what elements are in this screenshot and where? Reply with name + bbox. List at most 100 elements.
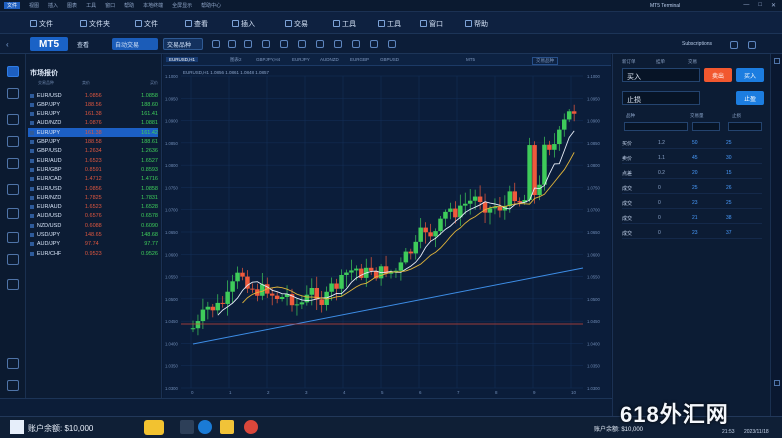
user-icon[interactable] bbox=[748, 41, 756, 49]
market-icon[interactable] bbox=[7, 88, 19, 99]
settings-side-icon[interactable] bbox=[7, 380, 19, 391]
view-button[interactable]: 查看 bbox=[74, 38, 92, 50]
windows-app-icon[interactable] bbox=[180, 420, 194, 434]
top-menu-item[interactable]: 插入 bbox=[48, 2, 58, 9]
order-book-row[interactable]: 成交 0 23 25 bbox=[622, 198, 762, 209]
col-bid[interactable]: 卖价 bbox=[82, 80, 122, 88]
close-button[interactable]: ✕ bbox=[771, 2, 776, 9]
top-menu-item[interactable]: 帮助中心 bbox=[201, 2, 221, 9]
buy-field[interactable]: 买入 bbox=[622, 68, 700, 82]
top-menu-item[interactable]: 本地终端 bbox=[143, 2, 163, 9]
layout-icon[interactable] bbox=[388, 40, 396, 48]
order-tab[interactable]: 挂单 bbox=[656, 59, 665, 65]
start-icon[interactable] bbox=[10, 420, 24, 434]
menu-help[interactable]: 帮助 bbox=[465, 18, 488, 29]
stoploss-input[interactable] bbox=[728, 122, 762, 131]
menu-view[interactable]: 查看 bbox=[185, 18, 208, 29]
market-row[interactable]: EUR/USD 1.0856 1.0858 bbox=[28, 91, 158, 100]
col-symbol[interactable]: 交易品种 bbox=[26, 80, 82, 88]
order-book-row[interactable]: 卖价 1.1 45 30 bbox=[622, 153, 762, 164]
market-row[interactable]: GBP/USD 1.2634 1.2636 bbox=[28, 147, 158, 156]
subscriptions-label[interactable]: Subscriptions bbox=[682, 41, 712, 47]
market-row[interactable]: AUD/NZD 1.0876 1.0881 bbox=[28, 119, 158, 128]
menu-tools2[interactable]: 工具 bbox=[378, 18, 401, 29]
edge-icon[interactable] bbox=[198, 420, 212, 434]
indicator-icon[interactable] bbox=[352, 40, 360, 48]
mail-icon[interactable] bbox=[7, 254, 19, 265]
line-icon[interactable] bbox=[244, 40, 252, 48]
market-row[interactable]: EUR/USD 1.0856 1.0858 bbox=[28, 184, 158, 193]
menu-tools[interactable]: 工具 bbox=[333, 18, 356, 29]
order-tab[interactable]: 交易 bbox=[688, 59, 697, 65]
candlestick-chart[interactable]: 1.1000 1.1000 1.0950 1.0950 1.0900 1.0900 1.08… bbox=[163, 54, 611, 398]
symbol-select[interactable] bbox=[624, 122, 688, 131]
order-book-row[interactable]: 成交 0 23 37 bbox=[622, 228, 762, 239]
chrome-icon[interactable] bbox=[244, 420, 258, 434]
market-row[interactable]: EUR/JPY 161.38 161.42 bbox=[28, 128, 158, 138]
help-side-icon[interactable] bbox=[7, 358, 19, 369]
menu-file2[interactable]: 文件 bbox=[135, 18, 158, 29]
market-row[interactable]: AUD/JPY 97.74 97.77 bbox=[28, 240, 158, 249]
top-menu-item[interactable]: 视图 bbox=[29, 2, 39, 9]
menu-window[interactable]: 窗口 bbox=[420, 18, 443, 29]
market-row[interactable]: EUR/CAD 1.4712 1.4716 bbox=[28, 175, 158, 184]
grid-icon[interactable] bbox=[298, 40, 306, 48]
col-ask[interactable]: 买价 bbox=[122, 80, 158, 88]
menu-file[interactable]: 文件 bbox=[30, 18, 53, 29]
zoom-in-icon[interactable] bbox=[262, 40, 270, 48]
menu-trade[interactable]: 交易 bbox=[285, 18, 308, 29]
settings-icon[interactable] bbox=[730, 41, 738, 49]
top-menu-item[interactable]: 窗口 bbox=[105, 2, 115, 9]
template-icon[interactable] bbox=[334, 40, 342, 48]
history-icon[interactable] bbox=[7, 136, 19, 147]
buy-button[interactable]: 买入 bbox=[736, 68, 764, 82]
maximize-button[interactable]: □ bbox=[758, 2, 762, 9]
right-scrollbar[interactable] bbox=[770, 54, 782, 416]
news-icon[interactable] bbox=[7, 158, 19, 169]
journal-icon[interactable] bbox=[7, 232, 19, 243]
order-book-row[interactable]: 点差 0.2 20 15 bbox=[622, 168, 762, 179]
market-row[interactable]: NZD/USD 0.6088 0.6090 bbox=[28, 221, 158, 230]
auto-trade-button[interactable]: 自动交易 bbox=[112, 38, 158, 50]
order-book-row[interactable]: 买价 1.2 50 25 bbox=[622, 138, 762, 149]
market-row[interactable]: EUR/GBP 0.8591 0.8593 bbox=[28, 165, 158, 174]
menu-folder[interactable]: 文件夹 bbox=[80, 18, 110, 29]
home-icon[interactable] bbox=[7, 66, 19, 77]
symbols-button[interactable]: 交易品种 bbox=[163, 38, 203, 50]
top-menu-item[interactable]: 工具 bbox=[86, 2, 96, 9]
stop-field[interactable]: 止损 bbox=[622, 91, 700, 105]
market-row[interactable]: GBP/JPY 188.58 188.61 bbox=[28, 138, 158, 147]
market-row[interactable]: EUR/AUD 1.6523 1.6528 bbox=[28, 203, 158, 212]
top-menu-item[interactable]: 全屏显示 bbox=[172, 2, 192, 9]
sell-button[interactable]: 卖出 bbox=[704, 68, 732, 82]
objects-icon[interactable] bbox=[370, 40, 378, 48]
collapse-icon[interactable]: ‹ bbox=[6, 40, 9, 49]
zoom-out-icon[interactable] bbox=[280, 40, 288, 48]
market-row[interactable]: EUR/JPY 161.38 161.41 bbox=[28, 110, 158, 119]
scroll-down-icon[interactable] bbox=[774, 380, 780, 386]
order-book-row[interactable]: 成交 0 21 38 bbox=[622, 213, 762, 224]
market-row[interactable]: GBP/JPY 188.56 188.60 bbox=[28, 100, 158, 109]
crosshair-icon[interactable] bbox=[212, 40, 220, 48]
menu-insert[interactable]: 插入 bbox=[232, 18, 255, 29]
period-icon[interactable] bbox=[316, 40, 324, 48]
market-row[interactable]: USD/JPY 148.65 148.68 bbox=[28, 231, 158, 240]
panel-toggle-icon[interactable] bbox=[774, 58, 780, 64]
order-tab[interactable]: 新订单 bbox=[622, 59, 636, 65]
chart-icon[interactable] bbox=[7, 114, 19, 125]
volume-input[interactable] bbox=[692, 122, 720, 131]
link-icon[interactable] bbox=[7, 279, 19, 290]
folder-taskbar-icon[interactable] bbox=[220, 420, 234, 434]
market-row[interactable]: EUR/NZD 1.7825 1.7831 bbox=[28, 193, 158, 202]
market-row[interactable]: AUD/USD 0.6576 0.6578 bbox=[28, 212, 158, 221]
take-profit-button[interactable]: 止盈 bbox=[736, 91, 764, 105]
market-row[interactable]: EUR/CHF 0.9523 0.9526 bbox=[28, 249, 158, 258]
top-menu-item[interactable]: 图表 bbox=[67, 2, 77, 9]
calendar-icon[interactable] bbox=[7, 208, 19, 219]
market-row[interactable]: EUR/AUD 1.6523 1.6527 bbox=[28, 156, 158, 165]
pen-icon[interactable] bbox=[228, 40, 236, 48]
order-book-row[interactable]: 成交 0 25 26 bbox=[622, 183, 762, 194]
signals-icon[interactable] bbox=[7, 184, 19, 195]
top-menu-item[interactable]: 文件 bbox=[4, 2, 21, 9]
top-menu-item[interactable]: 帮助 bbox=[124, 2, 134, 9]
